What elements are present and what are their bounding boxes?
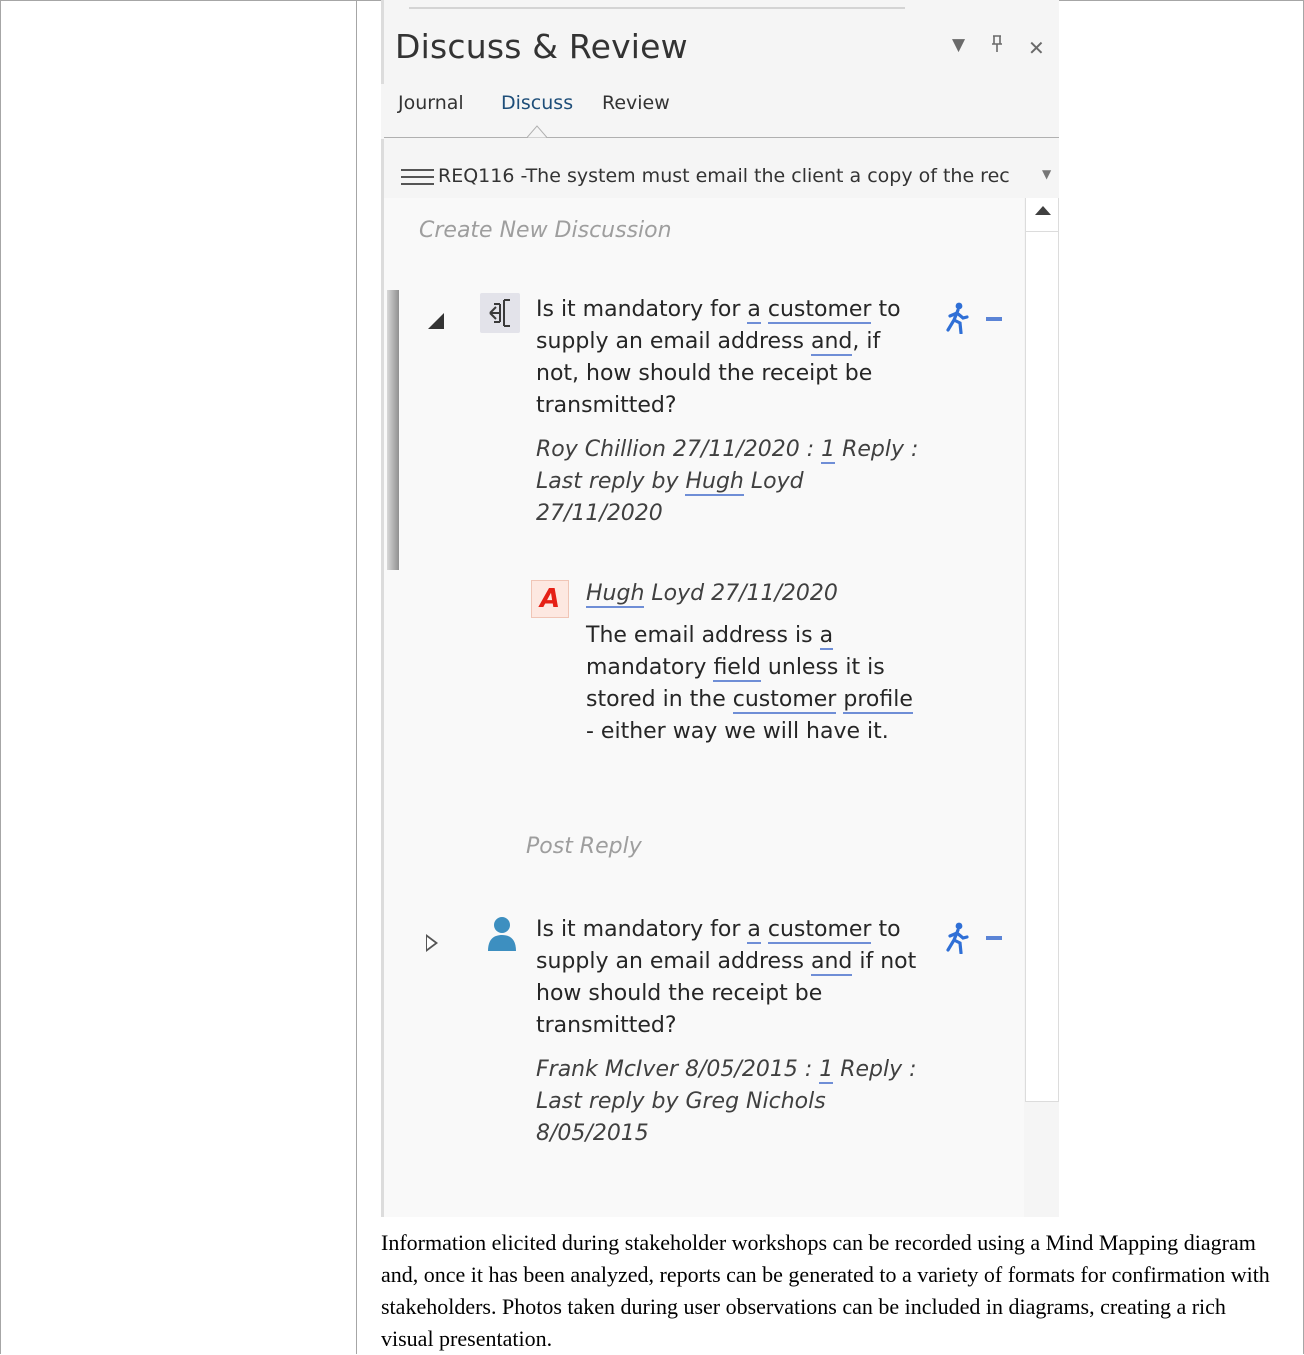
expanded-triangle-icon[interactable] — [428, 313, 444, 329]
chevron-down-icon[interactable]: ▼ — [1042, 167, 1051, 181]
requirement-icon — [480, 293, 520, 333]
author-icon: A — [531, 580, 569, 618]
tab-bar: Journal Discuss Review — [381, 84, 1059, 139]
reply-text: mandatory — [586, 655, 714, 680]
spellcheck-word: and — [810, 329, 853, 356]
panel-title: Discuss & Review — [395, 27, 688, 66]
pin-icon[interactable] — [990, 34, 1004, 60]
message-text: Is it mandatory for — [536, 917, 748, 942]
collapsed-triangle-icon[interactable] — [426, 934, 438, 952]
dropdown-icon[interactable]: ▼ — [952, 32, 965, 58]
meta-text: Roy Chillion 27/11/2020 : — [536, 437, 822, 462]
reply-message: The email address is a mandatory field u… — [586, 620, 916, 748]
meta-text: Frank McIver 8/05/2015 : — [536, 1057, 820, 1082]
active-tab-caret — [527, 125, 547, 138]
user-icon — [488, 917, 516, 951]
menu-icon[interactable] — [401, 169, 434, 187]
spellcheck-word: customer — [767, 297, 872, 324]
discussion-meta: Roy Chillion 27/11/2020 : 1 Reply : Last… — [536, 434, 936, 530]
discussion-message: Is it mandatory for a customer to supply… — [536, 294, 926, 422]
table-left-border — [0, 0, 1, 1354]
table-column-divider — [356, 0, 357, 1354]
discussion-message: Is it mandatory for a customer to supply… — [536, 914, 926, 1042]
spellcheck-word: a — [747, 297, 761, 324]
topic-selector[interactable]: REQ116 -The system must email the client… — [381, 158, 1059, 198]
spellcheck-word: a — [747, 917, 761, 944]
scroll-up-icon[interactable] — [1035, 206, 1051, 215]
description-paragraph: Information elicited during stakeholder … — [381, 1230, 1270, 1351]
tab-journal[interactable]: Journal — [398, 92, 464, 114]
create-new-discussion[interactable]: Create New Discussion — [419, 218, 672, 243]
panel-top-strip — [409, 7, 905, 9]
selected-thread-indicator — [387, 290, 399, 570]
reply-count-link[interactable]: 1 — [819, 1057, 834, 1084]
running-person-icon[interactable] — [944, 302, 970, 334]
reply-author: Hugh Loyd 27/11/2020 — [586, 578, 946, 610]
spellcheck-word: a — [819, 623, 834, 650]
collapse-minus-icon[interactable] — [986, 936, 1002, 940]
discuss-review-panel: Discuss & Review ▼ ✕ Journal Discuss Rev… — [381, 0, 1059, 1217]
post-reply-field[interactable]: Post Reply — [526, 834, 642, 859]
spellcheck-word: profile — [843, 687, 913, 714]
spellcheck-word: and — [810, 949, 853, 976]
reply-author-date: Loyd 27/11/2020 — [644, 581, 838, 606]
spellcheck-word: customer — [767, 917, 872, 944]
reply-text: - either way we will have it. — [586, 719, 889, 744]
collapse-minus-icon[interactable] — [986, 317, 1002, 321]
spellcheck-word: Hugh — [685, 469, 744, 496]
discussion-list: Create New Discussion Is it mandatory fo… — [384, 198, 1024, 1217]
message-text — [761, 297, 768, 322]
spellcheck-word: Hugh — [586, 581, 645, 608]
tab-review[interactable]: Review — [602, 92, 670, 114]
spellcheck-word: customer — [732, 687, 837, 714]
close-icon[interactable]: ✕ — [1028, 35, 1045, 61]
tab-underline — [384, 137, 1059, 138]
vertical-scrollbar[interactable] — [1025, 198, 1059, 1102]
discussion-meta: Frank McIver 8/05/2015 : 1 Reply : Last … — [536, 1054, 936, 1150]
topic-title: REQ116 -The system must email the client… — [438, 165, 1010, 187]
tab-discuss[interactable]: Discuss — [501, 92, 573, 114]
author-icon-letter: A — [539, 584, 561, 614]
reply-count-link[interactable]: 1 — [821, 437, 836, 464]
spellcheck-word: field — [713, 655, 761, 682]
reply-text: The email address is — [586, 623, 820, 648]
message-text: Is it mandatory for — [536, 297, 748, 322]
message-text — [761, 917, 768, 942]
scroll-arrow-separator — [1026, 231, 1058, 232]
running-person-icon[interactable] — [944, 922, 970, 954]
